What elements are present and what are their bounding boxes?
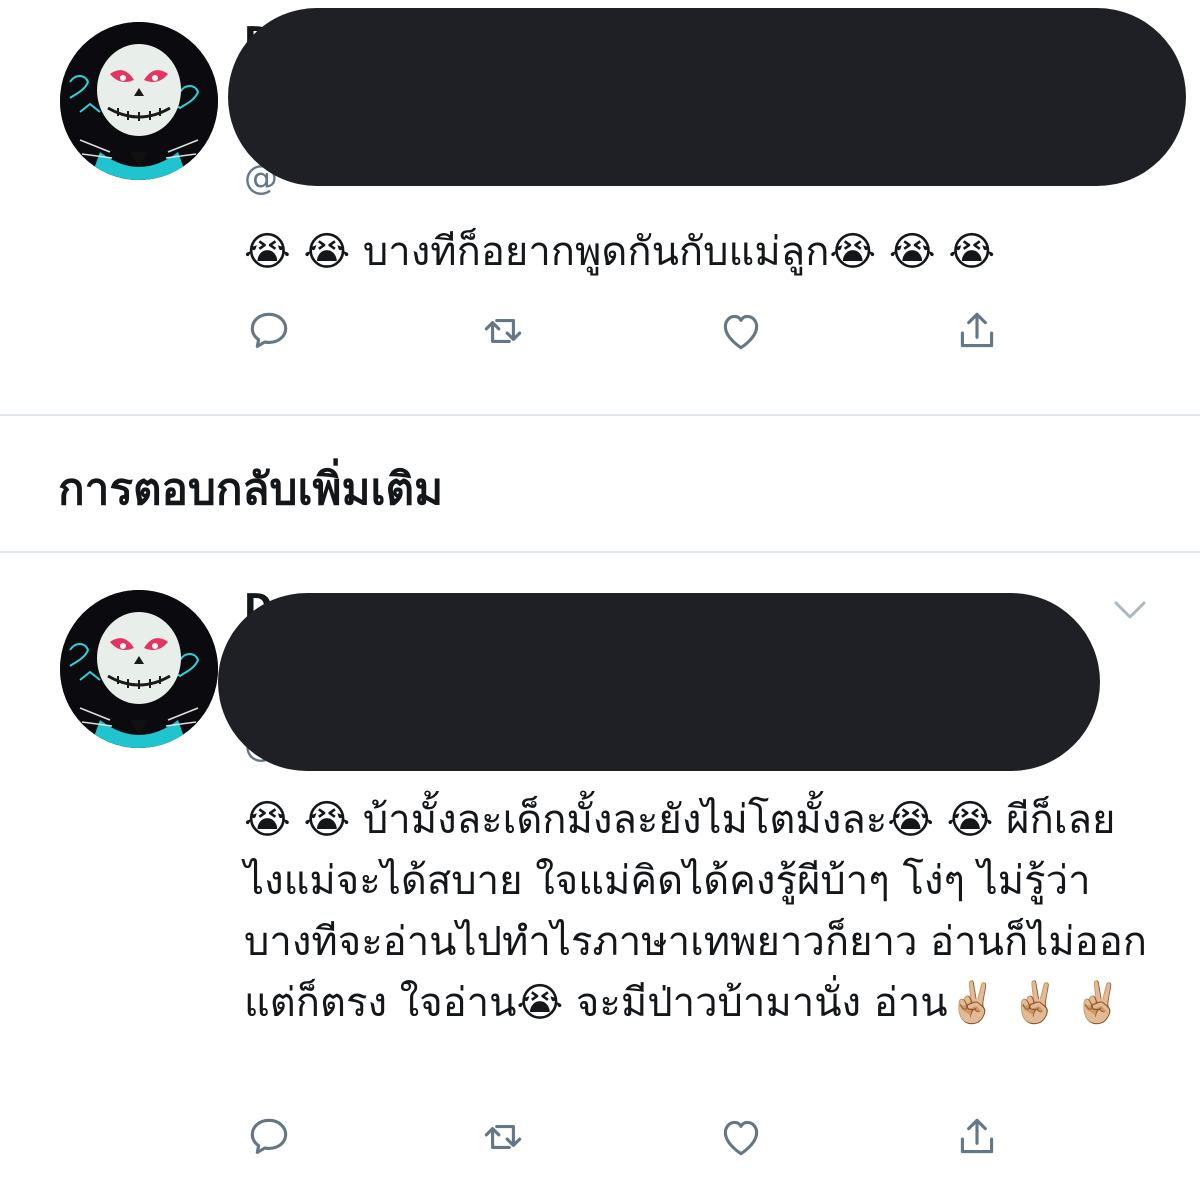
chevron-down-icon[interactable] — [1110, 595, 1150, 625]
reply-icon[interactable] — [244, 1112, 294, 1162]
reply-icon[interactable] — [244, 306, 294, 356]
more-replies-heading: การตอบกลับเพิ่มเติม — [58, 464, 444, 515]
retweet-icon[interactable] — [478, 306, 528, 356]
tweet-actions — [244, 1112, 1044, 1162]
avatar[interactable] — [60, 22, 218, 180]
like-icon[interactable] — [716, 1112, 766, 1162]
tweet-2[interactable]: D @ 😭 😭 บ้ามั้งละเด็กมั้งละยังไม่โตมั้งล… — [0, 553, 1200, 1181]
share-icon[interactable] — [952, 306, 1002, 356]
tweet-text: 😭 😭 บางทีก็อยากพูดกันกับแม่ลูก😭 😭 😭 — [244, 229, 996, 275]
tweet-actions — [244, 306, 1044, 356]
tweet-text: 😭 😭 บ้ามั้งละเด็กมั้งละยังไม่โตมั้งละ😭 😭… — [244, 797, 1147, 1026]
tweet-1[interactable]: D @ 😭 😭 บางทีก็อยากพูดกันกับแม่ลูก😭 😭 😭 — [0, 0, 1200, 415]
retweet-icon[interactable] — [478, 1112, 528, 1162]
redaction-block — [218, 593, 1100, 771]
redaction-block — [228, 8, 1186, 186]
share-icon[interactable] — [952, 1112, 1002, 1162]
divider — [0, 414, 1200, 416]
avatar[interactable] — [60, 590, 218, 748]
like-icon[interactable] — [716, 306, 766, 356]
